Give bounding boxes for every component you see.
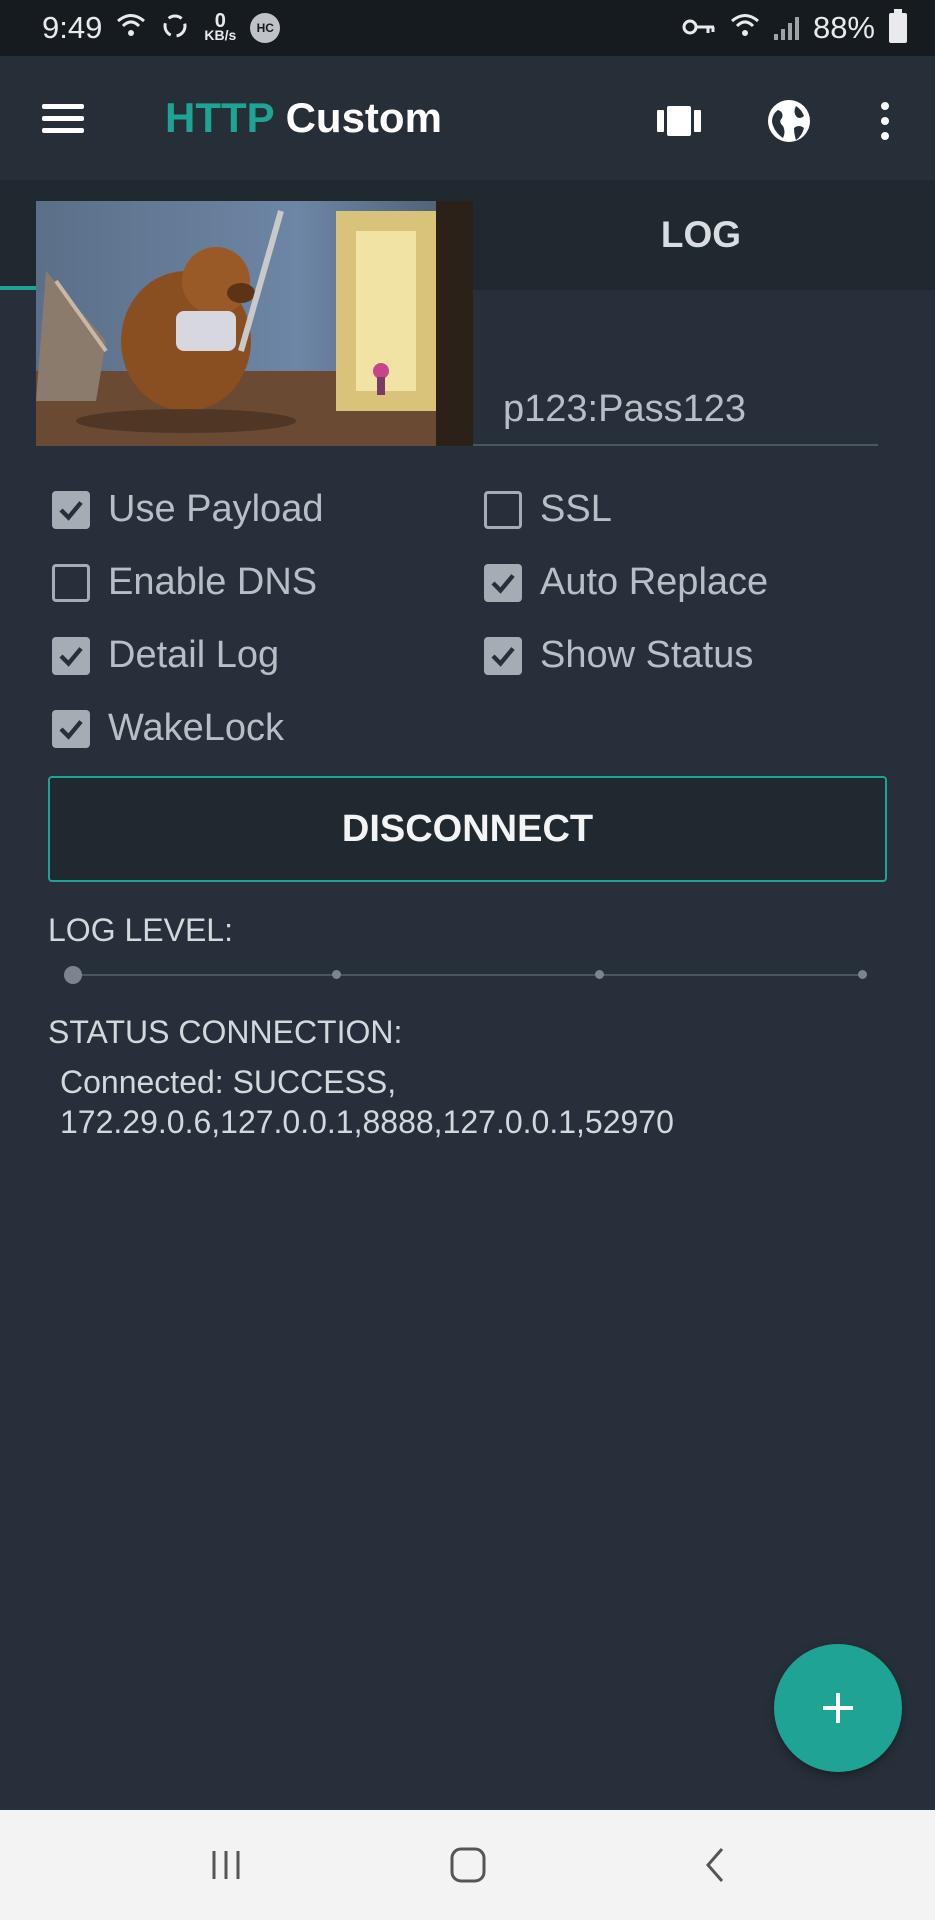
menu-button[interactable] [42,104,84,134]
disconnect-button[interactable]: DISCONNECT [48,776,887,882]
plus-icon [823,1693,853,1723]
globe-icon [768,100,810,142]
vpn-key-icon [682,14,716,42]
app-bar: HTTP Custom [0,56,935,180]
more-vert-icon [881,102,889,140]
back-icon [706,1848,724,1882]
log-level-slider[interactable] [72,974,864,976]
status-bar: 9:49 0 KB/s HC 88% [0,0,935,56]
back-button[interactable] [684,1840,744,1890]
carousel-button[interactable] [654,96,704,146]
hc-badge-icon: HC [250,13,281,43]
checkbox-checked-icon [52,490,90,529]
cell-signal-icon [773,16,799,40]
battery-icon [889,9,907,43]
checkbox-label: Auto Replace [540,561,769,603]
checkbox-unchecked-icon [52,563,90,602]
status-connection-line2: 172.29.0.6,127.0.0.1,8888,127.0.0.1,5297… [60,1104,674,1140]
sync-icon [160,11,190,46]
checkbox-detail-log[interactable]: Detail Log [52,634,279,677]
log-level-label: LOG LEVEL: [48,912,233,948]
checkbox-checked-icon [484,636,522,675]
tab-indicator [0,286,36,290]
checkbox-unchecked-icon [484,490,522,529]
checkbox-auto-replace[interactable]: Auto Replace [484,561,768,604]
recents-icon [212,1851,240,1879]
globe-button[interactable] [764,96,814,146]
checkbox-label: Use Payload [108,488,324,530]
wifi-signal-icon [730,13,760,44]
checkbox-label: Show Status [540,634,754,676]
checkbox-label: Enable DNS [108,561,318,603]
status-time: 9:49 [42,10,103,45]
account-input-value: p123:Pass123 [503,388,746,430]
carousel-icon [657,106,701,136]
checkbox-show-status[interactable]: Show Status [484,634,753,677]
checkbox-checked-icon [484,563,522,602]
slider-tick [332,970,341,979]
checkbox-label: SSL [540,488,612,530]
app-title: HTTP Custom [165,94,442,141]
more-options-button[interactable] [860,96,910,146]
checkbox-use-payload[interactable]: Use Payload [52,488,323,531]
recents-button[interactable] [196,1840,256,1890]
system-nav-bar [0,1810,935,1920]
tab-log[interactable]: LOG [467,180,935,290]
checkbox-label: Detail Log [108,634,280,676]
video-frame-image [36,201,473,446]
checkbox-checked-icon [52,636,90,675]
battery-percent: 88% [812,10,875,45]
status-connection-line1: Connected: SUCCESS, [60,1064,397,1100]
floating-video-player[interactable] [36,201,473,446]
home-button[interactable] [438,1840,498,1890]
log-level-slider-thumb[interactable] [64,966,82,984]
slider-tick [595,970,604,979]
home-icon [450,1847,486,1883]
checkbox-checked-icon [52,709,90,748]
status-connection-label: STATUS CONNECTION: [48,1014,403,1050]
wifi-icon [116,13,146,44]
checkbox-wakelock[interactable]: WakeLock [52,707,284,750]
checkbox-ssl[interactable]: SSL [484,488,612,531]
checkbox-enable-dns[interactable]: Enable DNS [52,561,317,604]
add-fab-button[interactable] [774,1644,902,1772]
checkbox-label: WakeLock [108,707,284,749]
slider-tick [858,970,867,979]
net-speed: 0 KB/s [204,10,237,43]
